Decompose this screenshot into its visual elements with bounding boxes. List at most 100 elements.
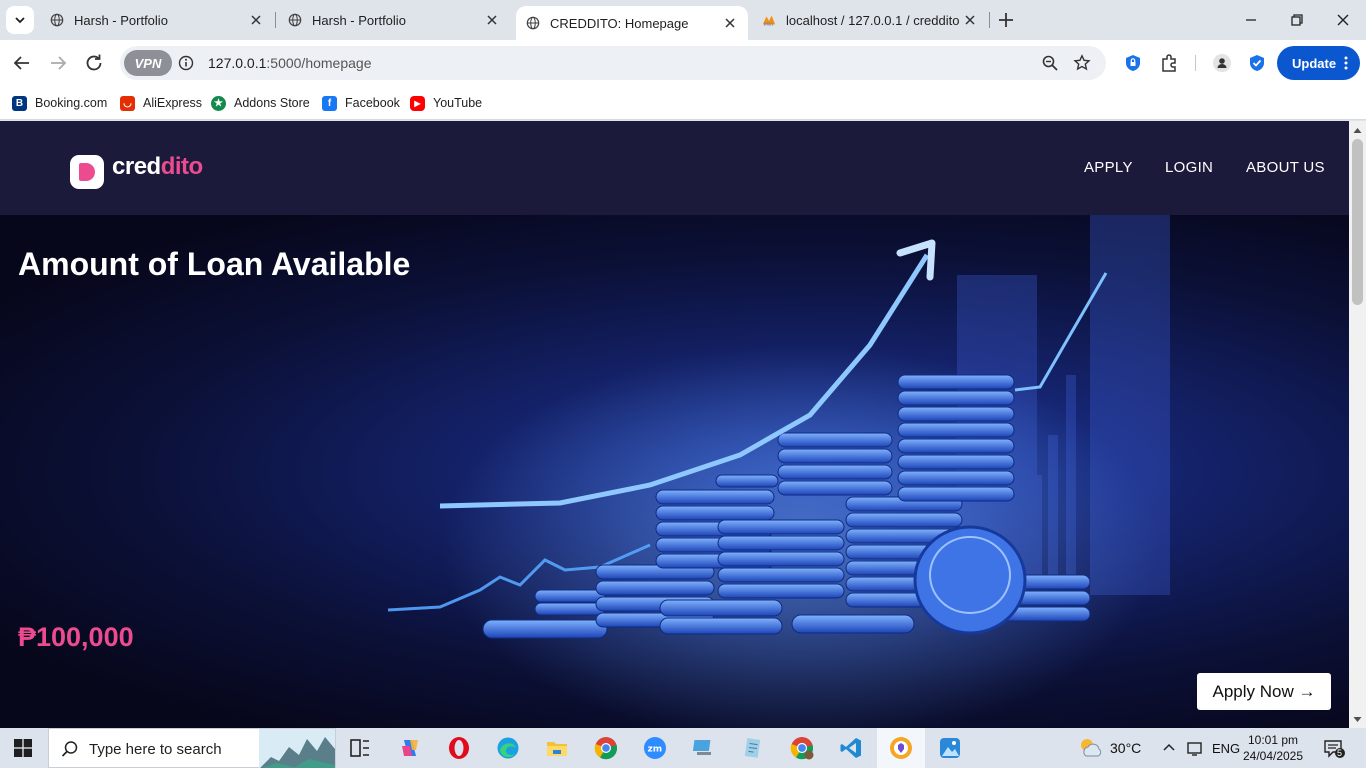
phpmyadmin-icon: PMA [762, 15, 776, 27]
edge-icon[interactable] [496, 736, 520, 760]
logo-text-a: cred [112, 153, 161, 180]
tab-title: localhost / 127.0.0.1 / creddito [786, 12, 960, 28]
tab-title: CREDDITO: Homepage [550, 15, 689, 31]
site-header: creddito APPLY LOGIN ABOUT US [0, 121, 1349, 215]
file-explorer-icon[interactable] [545, 736, 569, 760]
url-text[interactable]: 127.0.0.1:5000/homepage [208, 55, 371, 71]
vpn-badge[interactable]: VPN [124, 50, 172, 76]
creddito-logo-icon[interactable] [70, 155, 104, 189]
photos-app-icon[interactable] [938, 736, 962, 760]
bookmark-booking[interactable]: B Booking.com [12, 93, 107, 113]
taskbar-search[interactable]: Type here to search [48, 728, 336, 768]
more-options-icon [1344, 56, 1348, 70]
bookmark-aliexpress[interactable]: ◡ AliExpress [120, 93, 202, 113]
back-icon[interactable] [10, 51, 34, 75]
chevron-up-icon[interactable] [1162, 741, 1176, 755]
bookmark-label: Booking.com [35, 96, 108, 110]
reload-icon[interactable] [82, 51, 106, 75]
youtube-icon: ▶ [410, 95, 425, 111]
addons-store-icon: ★ [211, 95, 226, 111]
tab-title: Harsh - Portfolio [312, 12, 406, 28]
weather-icon[interactable] [1078, 736, 1104, 760]
clock-time: 10:01 pm [1247, 733, 1299, 747]
bookmark-addons-store[interactable]: ★ Addons Store [211, 93, 310, 113]
minimize-icon[interactable] [1243, 12, 1259, 28]
tab-creddito-homepage[interactable]: CREDDITO: Homepage [516, 6, 748, 40]
svg-text:zm: zm [648, 745, 663, 755]
bookmark-label: AliExpress [143, 96, 203, 110]
search-icon [61, 741, 78, 757]
opera-icon[interactable] [447, 736, 471, 760]
globe-icon [50, 13, 64, 27]
taskbar-clock[interactable]: 10:01 pm 24/04/2025 [1238, 732, 1308, 764]
page-scrollbar[interactable] [1349, 121, 1366, 728]
bookmark-label: Facebook [345, 96, 400, 110]
site-info-icon[interactable] [178, 55, 194, 71]
notification-count: 5 [1337, 748, 1343, 758]
tab-search-button[interactable] [6, 6, 34, 34]
close-tab-icon[interactable] [484, 12, 500, 28]
notes-app-icon[interactable] [741, 736, 765, 760]
scroll-up-icon[interactable] [1353, 126, 1362, 135]
tab-harsh-portfolio-1[interactable]: Harsh - Portfolio [40, 4, 274, 36]
svg-text:PMA: PMA [764, 22, 773, 27]
address-bar[interactable]: VPN 127.0.0.1:5000/homepage [120, 46, 1106, 80]
close-tab-icon[interactable] [248, 12, 264, 28]
windows-start-icon[interactable] [14, 739, 32, 757]
bookmarks-bar: B Booking.com ◡ AliExpress ★ Addons Stor… [0, 86, 1366, 120]
scroll-down-icon[interactable] [1353, 715, 1362, 724]
copilot-icon[interactable] [398, 736, 422, 760]
nav-apply[interactable]: APPLY [1084, 159, 1133, 176]
scroll-thumb[interactable] [1352, 139, 1363, 305]
chrome-profile-icon[interactable] [790, 736, 814, 760]
hero-banner: Amount of Loan Available ₱100,000 Apply … [0, 215, 1349, 728]
page-viewport: creddito APPLY LOGIN ABOUT US Amount of … [0, 121, 1366, 728]
security-shield-icon[interactable] [1247, 53, 1267, 73]
tab-divider [275, 12, 276, 28]
aliexpress-icon: ◡ [120, 95, 135, 111]
language-indicator[interactable]: ENG [1212, 741, 1240, 756]
tab-harsh-portfolio-2[interactable]: Harsh - Portfolio [278, 4, 510, 36]
globe-icon [526, 16, 540, 30]
close-window-icon[interactable] [1335, 12, 1351, 28]
network-icon[interactable] [1186, 740, 1204, 756]
remote-desktop-icon[interactable] [692, 736, 716, 760]
logo-text-b: dito [160, 153, 203, 180]
chrome-icon[interactable] [594, 736, 618, 760]
new-tab-icon[interactable] [996, 10, 1016, 30]
notifications-icon[interactable] [1324, 739, 1346, 759]
extensions-icon[interactable] [1159, 53, 1179, 73]
close-tab-icon[interactable] [962, 12, 978, 28]
zoom-app-icon[interactable]: zm [643, 736, 667, 760]
search-highlight-image [259, 729, 335, 768]
url-host: 127.0.0.1 [208, 55, 267, 71]
chevron-down-icon [15, 17, 25, 24]
vscode-icon[interactable] [839, 736, 863, 760]
nav-about-us[interactable]: ABOUT US [1246, 159, 1325, 176]
loan-amount: ₱100,000 [18, 622, 134, 652]
bookmark-star-icon[interactable] [1073, 54, 1091, 72]
restore-icon[interactable] [1289, 12, 1305, 28]
nav-login[interactable]: LOGIN [1165, 159, 1213, 176]
forward-icon[interactable] [46, 51, 70, 75]
weather-temperature: 30°C [1110, 740, 1142, 756]
windows-taskbar: Type here to search zm 30°C ENG 10:01 pm… [0, 728, 1366, 768]
update-button[interactable]: Update [1277, 46, 1360, 80]
tab-title: Harsh - Portfolio [74, 12, 168, 28]
bookmark-label: YouTube [433, 96, 483, 110]
booking-icon: B [12, 95, 27, 111]
tab-phpmyadmin[interactable]: PMA localhost / 127.0.0.1 / creddito [752, 4, 988, 36]
globe-icon [288, 13, 302, 27]
task-view-icon[interactable] [348, 736, 372, 760]
bookmark-label: Addons Store [234, 96, 310, 110]
zoom-icon[interactable] [1041, 54, 1059, 72]
apply-now-button[interactable]: Apply Now → [1197, 673, 1331, 710]
brave-browser-icon[interactable] [889, 736, 913, 760]
password-manager-icon[interactable] [1123, 53, 1143, 73]
bookmark-youtube[interactable]: ▶ YouTube [410, 93, 482, 113]
bookmark-facebook[interactable]: f Facebook [322, 93, 400, 113]
site-logo[interactable]: creddito [112, 153, 203, 181]
profile-icon[interactable] [1212, 53, 1232, 73]
url-path: :5000/homepage [266, 55, 372, 71]
close-tab-icon[interactable] [722, 15, 738, 31]
